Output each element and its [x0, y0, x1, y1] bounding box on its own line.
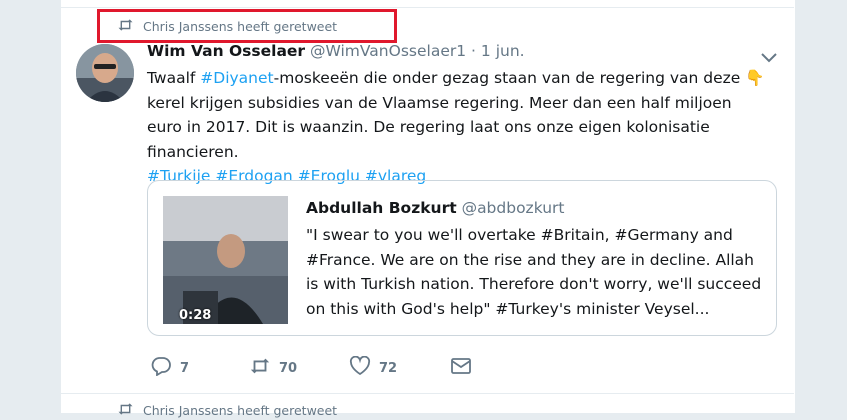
quoted-text: "I swear to you we'll overtake #Britain,… [306, 226, 762, 318]
chevron-down-icon[interactable] [761, 48, 777, 63]
reply-button[interactable]: 7 [150, 357, 189, 379]
retweet-context-next[interactable]: Chris Janssens heeft geretweet [117, 400, 337, 420]
message-icon [450, 356, 472, 380]
like-icon [349, 355, 371, 380]
like-count: 72 [379, 360, 398, 376]
retweet-button[interactable]: 70 [249, 357, 297, 379]
divider [60, 7, 794, 8]
message-button[interactable] [450, 357, 472, 379]
retweet-count: 70 [279, 360, 298, 376]
timestamp[interactable]: 1 jun. [481, 42, 525, 60]
divider [60, 393, 794, 394]
display-name[interactable]: Wim Van Osselaer [147, 42, 305, 60]
tweet-text: Twaalf #Diyanet-moskeeën die onder gezag… [147, 69, 765, 185]
video-duration: 0:28 [179, 308, 212, 323]
avatar[interactable] [76, 44, 134, 102]
retweet-context-label: Chris Janssens heeft geretweet [143, 402, 338, 418]
retweet-icon [117, 402, 134, 419]
quoted-handle[interactable]: @abdbozkurt [462, 199, 565, 217]
retweet-icon [249, 356, 271, 380]
reply-count: 7 [180, 360, 190, 376]
hashtag-diyanet[interactable]: #Diyanet [200, 69, 273, 87]
retweet-context-label: Chris Janssens heeft geretweet [143, 18, 338, 34]
retweet-context[interactable]: Chris Janssens heeft geretweet [117, 16, 337, 36]
reply-icon [150, 356, 172, 380]
tweet-header: Wim Van Osselaer @WimVanOsselaer1 · 1 ju… [147, 42, 525, 60]
handle[interactable]: @WimVanOsselaer1 [310, 42, 466, 60]
pointing-down-emoji: 👇 [745, 69, 765, 87]
quoted-header: Abdullah Bozkurt @abdbozkurt [306, 199, 564, 217]
retweet-icon [117, 18, 134, 35]
like-button[interactable]: 72 [349, 355, 398, 380]
video-thumbnail[interactable]: 0:28 [163, 196, 288, 324]
quoted-display-name[interactable]: Abdullah Bozkurt [306, 199, 457, 217]
separator: · [471, 42, 476, 60]
quoted-tweet[interactable]: 0:28 Abdullah Bozkurt @abdbozkurt "I swe… [147, 180, 777, 336]
